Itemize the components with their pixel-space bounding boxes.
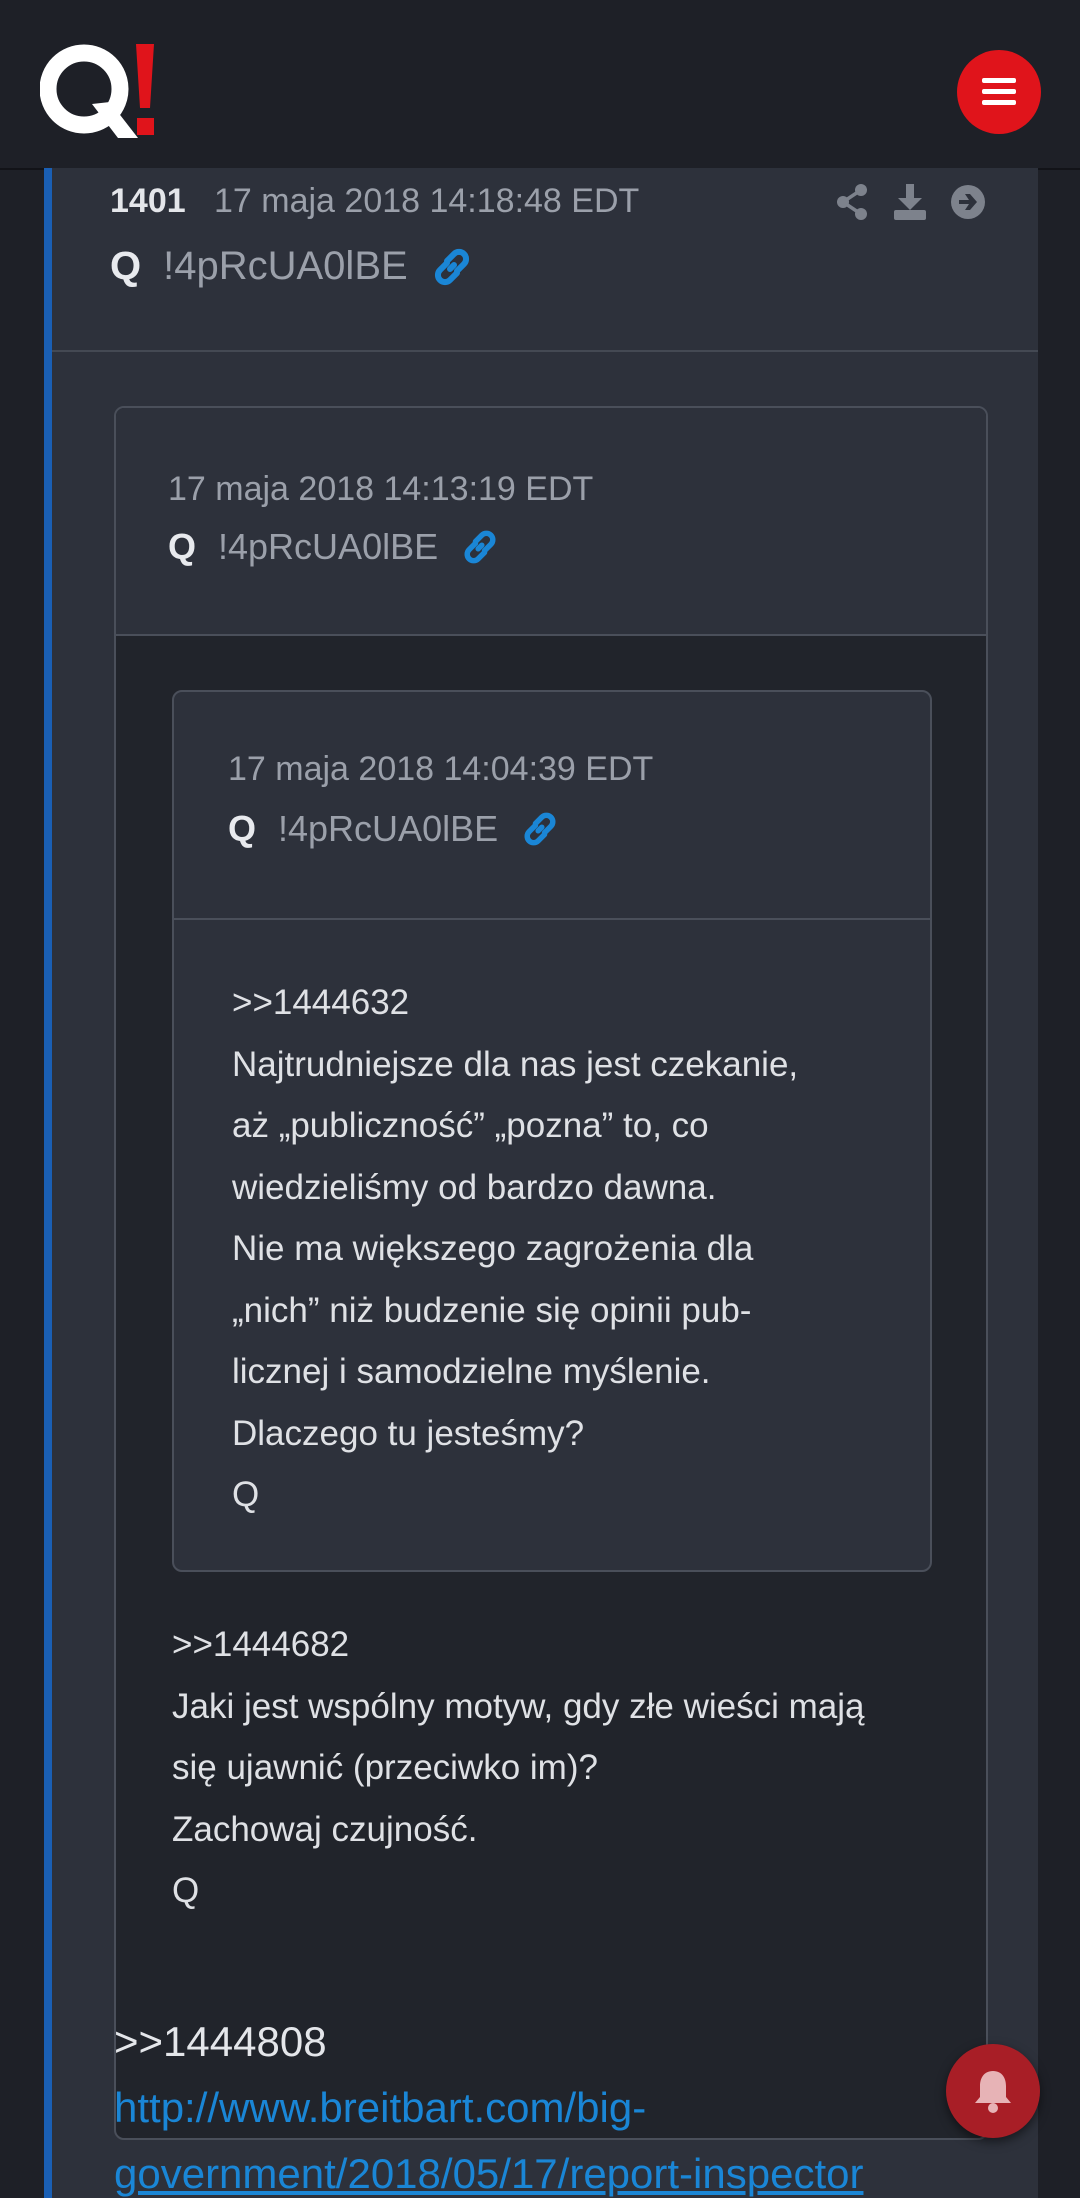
quoted-post-body: >>1444682 Jaki jest wspólny motyw, gdy z…: [172, 1614, 864, 1922]
quoted-post: 17 maja 2018 14:13:19 EDT Q !4pRcUA0lBE …: [114, 406, 988, 2140]
arrow-right-icon[interactable]: [950, 182, 986, 222]
top-bar: [0, 0, 1080, 170]
nested-quoted-post-header: 17 maja 2018 14:04:39 EDT Q !4pRcUA0lBE: [174, 692, 930, 920]
post-reference[interactable]: >>1444682: [172, 1614, 864, 1676]
link-icon[interactable]: [520, 809, 560, 849]
post-reference[interactable]: >>1444808: [114, 2018, 327, 2066]
body-line: Dlaczego tu jesteśmy?: [232, 1413, 585, 1453]
body-line: Jaki jest wspólny motyw, gdy złe wieści …: [172, 1686, 865, 1726]
author-name: Q: [110, 244, 142, 288]
post-number[interactable]: 1401: [110, 182, 186, 221]
quoted-post-author-row: Q !4pRcUA0lBE: [168, 526, 500, 568]
post-reference[interactable]: >>1444632: [232, 972, 798, 1034]
author-name: Q: [228, 808, 257, 849]
body-line: „nich” niż budzenie się opinii pub-: [232, 1290, 752, 1330]
body-line: Najtrudniejsze dla nas jest czekanie,: [232, 1044, 799, 1084]
body-line: Nie ma większego zagrożenia dla: [232, 1229, 754, 1268]
nested-quoted-post: 17 maja 2018 14:04:39 EDT Q !4pRcUA0lBE …: [172, 690, 932, 1572]
post-author-row: Q !4pRcUA0lBE: [110, 244, 474, 289]
author-name: Q: [168, 526, 197, 567]
download-icon[interactable]: [892, 182, 928, 222]
menu-button[interactable]: [957, 50, 1041, 134]
body-line: Q: [232, 1475, 260, 1514]
quoted-post-header: 17 maja 2018 14:13:19 EDT Q !4pRcUA0lBE: [116, 408, 986, 636]
body-line: aż „publiczność” „pozna” to, co: [232, 1106, 709, 1145]
body-line: Q: [172, 1871, 200, 1910]
q-logo[interactable]: [40, 42, 170, 142]
hamburger-menu-icon: [982, 78, 1016, 105]
post-header: 1401 17 maja 2018 14:18:48 EDT Q !4pRcUA…: [52, 168, 1038, 352]
post-timestamp: 17 maja 2018 14:18:48 EDT: [214, 182, 640, 220]
tripcode: !4pRcUA0lBE: [163, 244, 408, 288]
external-link-continued[interactable]: government/2018/05/17/report-inspector: [114, 2150, 863, 2198]
nested-quoted-post-timestamp: 17 maja 2018 14:04:39 EDT: [228, 750, 654, 788]
body-line: Zachowaj czujność.: [172, 1809, 478, 1849]
nested-quoted-post-body: >>1444632 Najtrudniejsze dla nas jest cz…: [232, 972, 798, 1526]
post-card: 1401 17 maja 2018 14:18:48 EDT Q !4pRcUA…: [44, 168, 1038, 2198]
bell-icon: [975, 2071, 1011, 2113]
nested-quoted-post-author-row: Q !4pRcUA0lBE: [228, 808, 560, 850]
share-icon[interactable]: [834, 182, 870, 222]
post-actions: [834, 182, 986, 222]
external-link[interactable]: http://www.breitbart.com/big-: [114, 2084, 646, 2132]
link-icon[interactable]: [430, 245, 474, 289]
tripcode: !4pRcUA0lBE: [278, 808, 499, 849]
notification-button[interactable]: [946, 2044, 1040, 2138]
body-line: wiedzieliśmy od bardzo dawna.: [232, 1167, 717, 1207]
body-line: licznej i samodzielne myślenie.: [232, 1352, 711, 1391]
quoted-post-timestamp: 17 maja 2018 14:13:19 EDT: [168, 470, 594, 508]
link-icon[interactable]: [460, 527, 500, 567]
tripcode: !4pRcUA0lBE: [218, 526, 439, 567]
body-line: się ujawnić (przeciwko im)?: [172, 1748, 598, 1787]
